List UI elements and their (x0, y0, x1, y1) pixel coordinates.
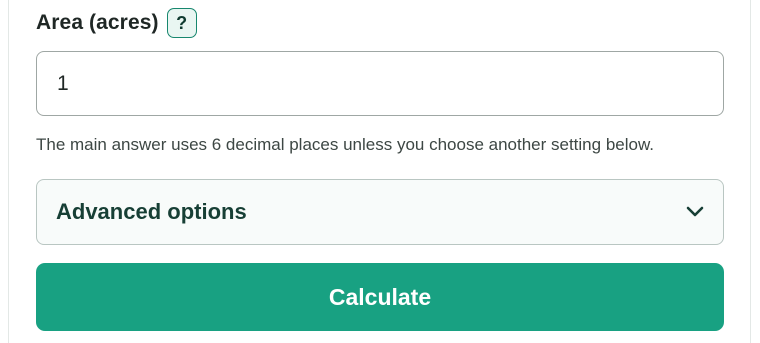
advanced-options-label: Advanced options (56, 199, 247, 224)
area-field-label: Area (acres) (36, 11, 159, 34)
help-button[interactable]: ? (166, 8, 197, 38)
area-input[interactable] (36, 51, 724, 116)
chevron-down-icon (685, 202, 705, 222)
advanced-options-toggle[interactable]: Advanced options (36, 179, 724, 245)
area-label-row: Area (acres) ? (36, 8, 197, 38)
decimal-places-hint: The main answer uses 6 decimal places un… (36, 135, 655, 154)
calculate-button[interactable]: Calculate (36, 263, 724, 331)
